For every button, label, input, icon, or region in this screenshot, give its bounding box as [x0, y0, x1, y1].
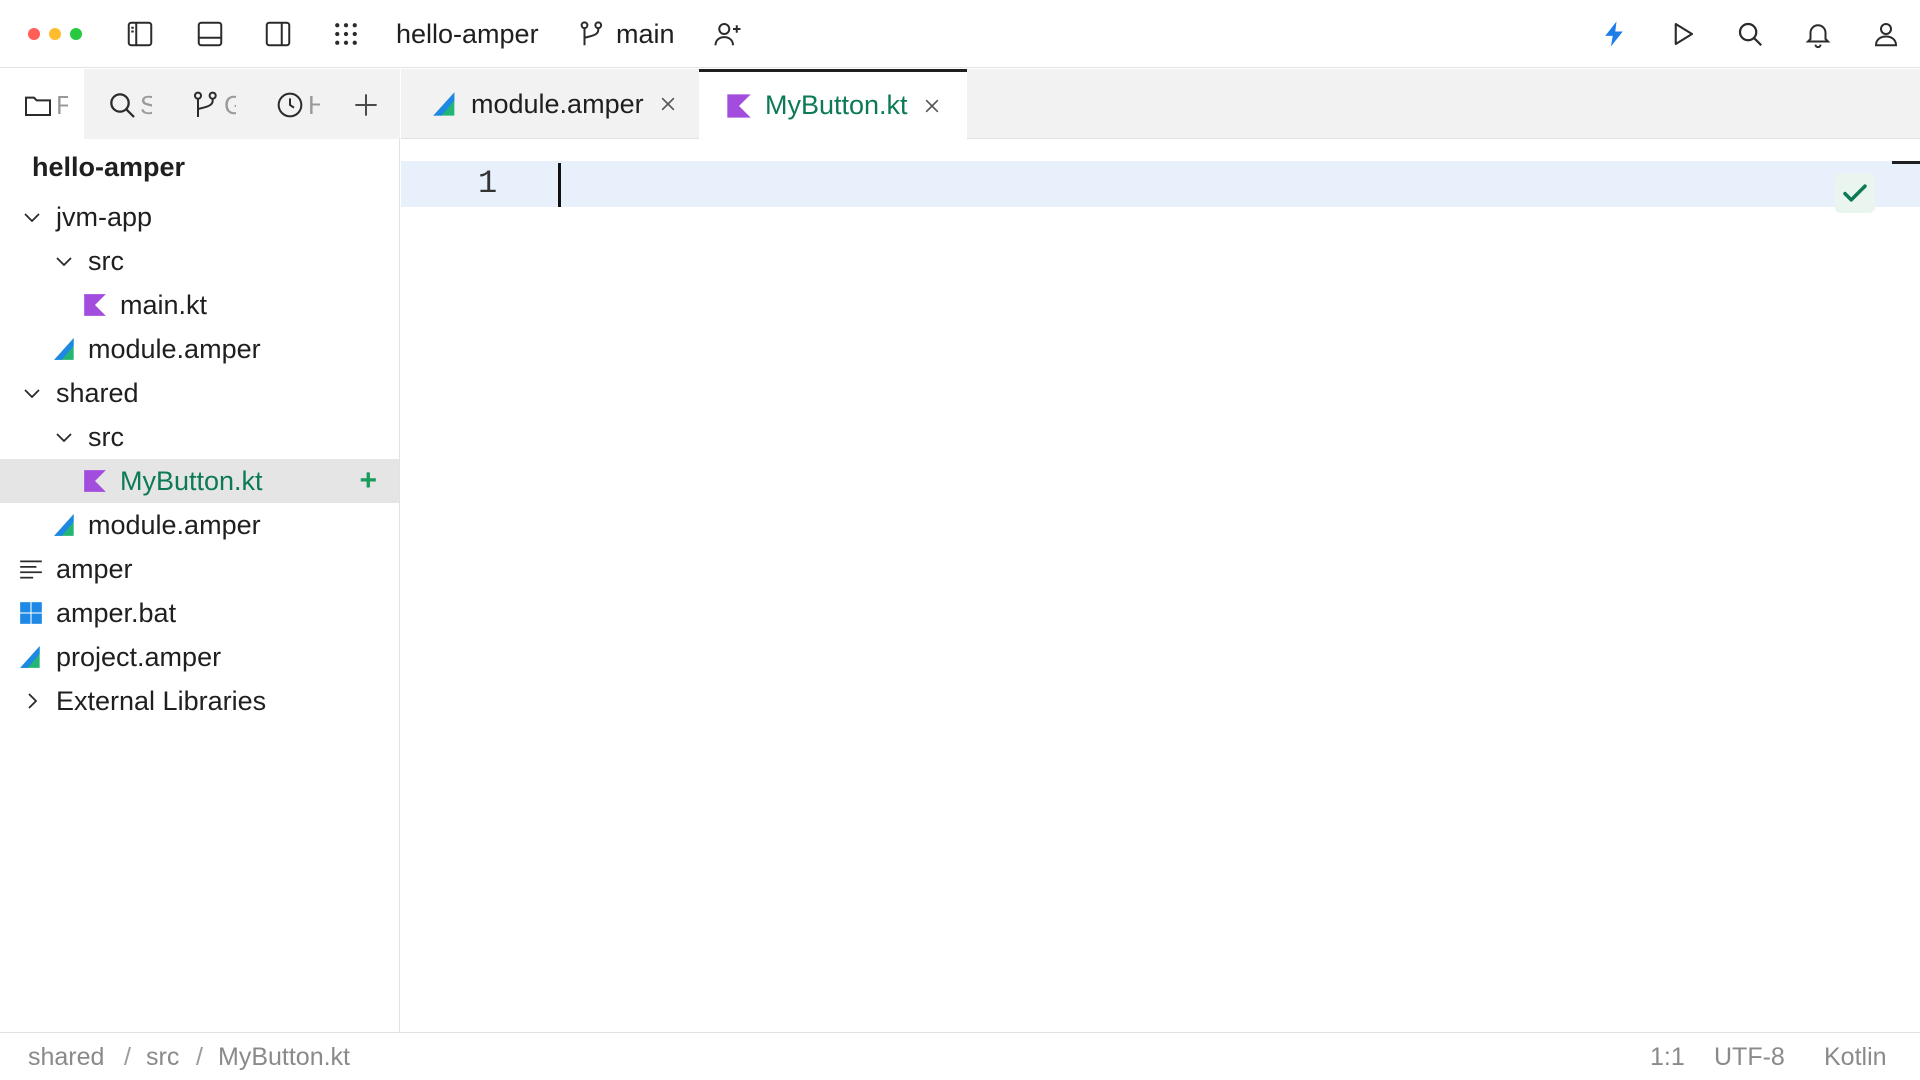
amper-file-icon [433, 92, 455, 116]
git-branch-icon [574, 16, 610, 52]
breadcrumb-item[interactable]: MyButton.kt [218, 1042, 350, 1072]
plus-icon [355, 94, 377, 116]
breadcrumb-item[interactable]: shared [28, 1042, 104, 1072]
search-icon[interactable] [1732, 16, 1768, 52]
add-user-icon[interactable] [710, 16, 746, 52]
lightning-icon[interactable] [1596, 16, 1632, 52]
text-caret[interactable] [558, 163, 561, 207]
chevron-down-icon[interactable] [52, 249, 76, 273]
close-window-button[interactable] [28, 28, 40, 40]
line-number: 1 [478, 165, 498, 202]
tree-item-label: shared [56, 378, 139, 408]
tree-item-module-amper[interactable]: module.amper [0, 503, 399, 547]
search-icon [110, 93, 135, 118]
tree-item-label: project.amper [56, 642, 222, 672]
tab-search[interactable]: S [106, 88, 152, 122]
tab-git[interactable]: G [190, 88, 236, 122]
clock-icon [277, 92, 303, 118]
breadcrumb-item[interactable]: src [146, 1042, 179, 1072]
tree-item-label: External Libraries [56, 686, 267, 716]
file-language[interactable]: Kotlin [1824, 1042, 1887, 1072]
amper-file-icon [54, 514, 74, 536]
editor-area: module.amper MyButton.kt 1 [401, 69, 1920, 1032]
tree-item-label: module.amper [88, 334, 261, 364]
file-encoding[interactable]: UTF-8 [1714, 1042, 1785, 1072]
toggle-right-panel-icon[interactable] [260, 16, 296, 52]
tree-item-shared[interactable]: shared [0, 371, 399, 415]
chevron-down-icon[interactable] [52, 425, 76, 449]
tree-item-label: module.amper [88, 510, 261, 540]
tree-item-amper-bat[interactable]: amper.bat [0, 591, 399, 635]
tree-item-project-amper[interactable]: project.amper [0, 635, 399, 679]
scrollbar-marker[interactable] [1892, 161, 1920, 164]
tree-item-label: main.kt [120, 290, 208, 320]
title-bar: hello-amper main [0, 0, 1920, 68]
breadcrumb-separator: / [124, 1043, 131, 1071]
tree-item-label: MyButton.kt [120, 466, 263, 496]
tab-files-label: F [56, 89, 68, 120]
chevron-down-icon[interactable] [20, 205, 44, 229]
kotlin-file-icon [84, 470, 106, 492]
text-file-icon [20, 560, 42, 579]
tree-item-src[interactable]: src [0, 239, 399, 283]
sidebar-tool-tabs: F S G H [0, 69, 400, 139]
tree-item-jvm-app[interactable]: jvm-app [0, 195, 399, 239]
tab-history-label: H [308, 89, 320, 120]
kotlin-file-icon [727, 93, 751, 118]
tab-search-label: S [140, 89, 152, 120]
chevron-down-icon[interactable] [20, 381, 44, 405]
project-name[interactable]: hello-amper [396, 17, 539, 51]
tree-item-label: src [88, 246, 124, 276]
folder-icon [25, 96, 51, 116]
amper-file-icon [20, 646, 40, 668]
tab-label: module.amper [471, 88, 644, 119]
git-branch-icon [193, 91, 217, 117]
tree-item-main-kt[interactable]: main.kt [0, 283, 399, 327]
tab-module-amper[interactable]: module.amper [401, 69, 699, 139]
tree-item-label: src [88, 422, 124, 452]
tree-item-external-libraries[interactable]: External Libraries [0, 679, 399, 723]
close-icon[interactable] [658, 94, 678, 114]
tab-git-label: G [224, 89, 236, 120]
amper-file-icon [54, 338, 74, 360]
bell-icon[interactable] [1800, 16, 1836, 52]
add-tab-button[interactable] [350, 88, 382, 122]
minimize-window-button[interactable] [49, 28, 61, 40]
maximize-window-button[interactable] [70, 28, 82, 40]
new-file-badge: + [359, 464, 377, 497]
tab-files[interactable]: F [22, 88, 68, 122]
chevron-right-icon[interactable] [20, 689, 44, 713]
current-line-highlight [401, 161, 1920, 207]
editor-tabs: module.amper MyButton.kt [401, 69, 1920, 139]
tree-item-label: amper.bat [56, 598, 177, 628]
run-icon[interactable] [1664, 16, 1700, 52]
status-bar: shared / src / MyButton.kt 1:1 UTF-8 Kot… [0, 1032, 1920, 1080]
tab-mybutton-kt[interactable]: MyButton.kt [699, 69, 967, 139]
tree-item-label: amper [56, 554, 133, 584]
apps-grid-icon[interactable] [328, 16, 364, 52]
windows-file-icon [20, 602, 42, 624]
project-tree: hello-amper jvm-app src main.kt module.a… [0, 139, 399, 723]
checkmark-icon [1843, 184, 1867, 202]
toggle-left-panel-icon[interactable] [122, 16, 158, 52]
tree-item-mybutton-kt[interactable]: MyButton.kt + [0, 459, 399, 503]
toggle-bottom-panel-icon[interactable] [192, 16, 228, 52]
window-controls [28, 28, 82, 40]
branch-name[interactable]: main [616, 17, 675, 51]
kotlin-file-icon [84, 294, 106, 316]
tab-history[interactable]: H [274, 88, 320, 122]
close-icon[interactable] [922, 96, 942, 116]
tree-item-src[interactable]: src [0, 415, 399, 459]
tree-item-label: jvm-app [56, 202, 153, 232]
project-root[interactable]: hello-amper [0, 139, 399, 195]
tree-item-amper[interactable]: amper [0, 547, 399, 591]
inspection-status-icon[interactable] [1835, 173, 1875, 213]
project-sidebar: F S G H hello-amper jvm-app src main.kt … [0, 69, 400, 1032]
breadcrumb-separator: / [196, 1043, 203, 1071]
tree-item-module-amper[interactable]: module.amper [0, 327, 399, 371]
user-icon[interactable] [1868, 16, 1904, 52]
cursor-position[interactable]: 1:1 [1650, 1042, 1685, 1072]
tab-label: MyButton.kt [765, 90, 908, 120]
